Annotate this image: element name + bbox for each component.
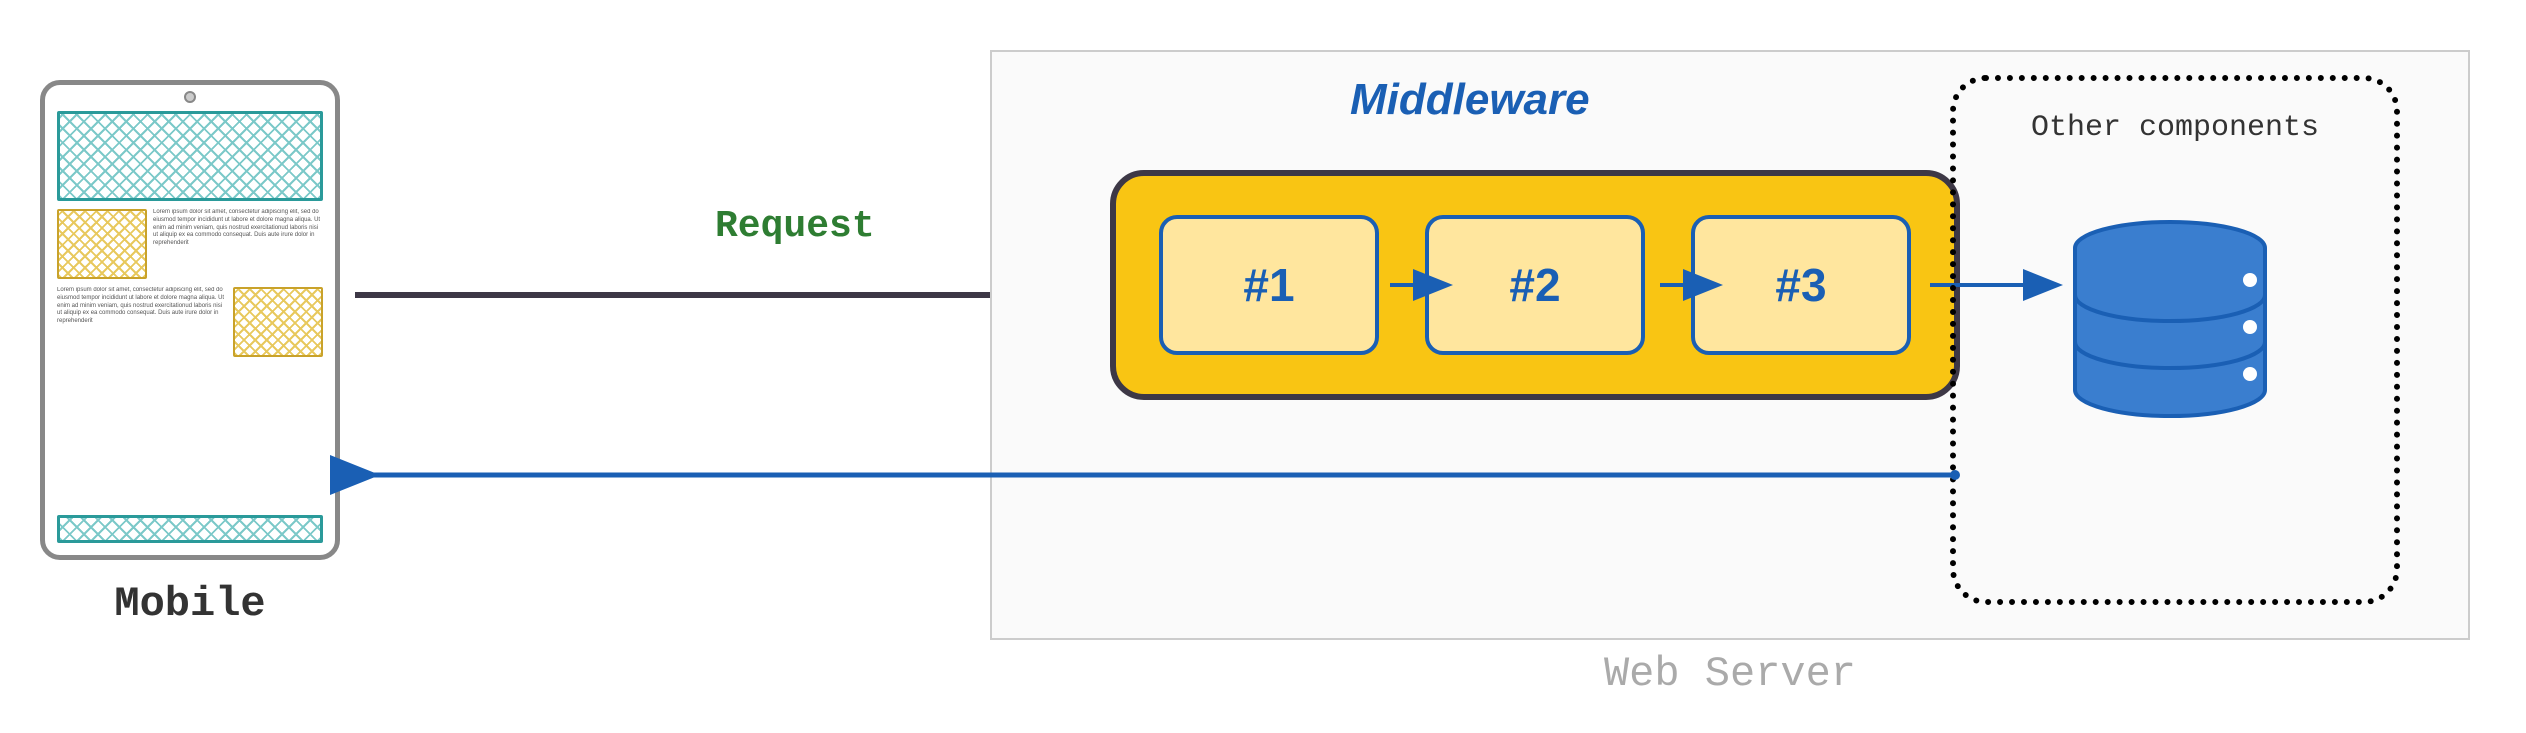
camera-icon — [184, 91, 196, 103]
placeholder-text: Lorem ipsum dolor sit amet, consectetur … — [57, 287, 227, 326]
mw-arrow-2-icon — [1660, 275, 1730, 295]
thumbnail-icon — [233, 287, 323, 357]
mobile-screen: Lorem ipsum dolor sit amet, consectetur … — [57, 111, 323, 543]
other-components-label: Other components — [1956, 111, 2394, 145]
mobile-content-row: Lorem ipsum dolor sit amet, consectetur … — [57, 287, 323, 357]
mobile-content-row: Lorem ipsum dolor sit amet, consectetur … — [57, 209, 323, 279]
mobile-label: Mobile — [40, 580, 340, 628]
database-icon — [2060, 220, 2280, 420]
request-label: Request — [715, 205, 875, 248]
placeholder-text: Lorem ipsum dolor sit amet, consectetur … — [153, 209, 323, 248]
mw-arrow-1-icon — [1390, 275, 1460, 295]
middleware-item-1: #1 — [1159, 215, 1379, 355]
response-arrow-icon — [355, 460, 1965, 490]
thumbnail-icon — [57, 209, 147, 279]
mobile-device: Lorem ipsum dolor sit amet, consectetur … — [40, 80, 340, 560]
mobile-banner — [57, 111, 323, 201]
middleware-architecture-diagram: Lorem ipsum dolor sit amet, consectetur … — [20, 20, 2506, 713]
middleware-container: #1 #2 #3 — [1110, 170, 1960, 400]
mobile-footer — [57, 515, 323, 543]
web-server-label: Web Server — [990, 650, 2470, 698]
middleware-label: Middleware — [1350, 75, 1590, 125]
